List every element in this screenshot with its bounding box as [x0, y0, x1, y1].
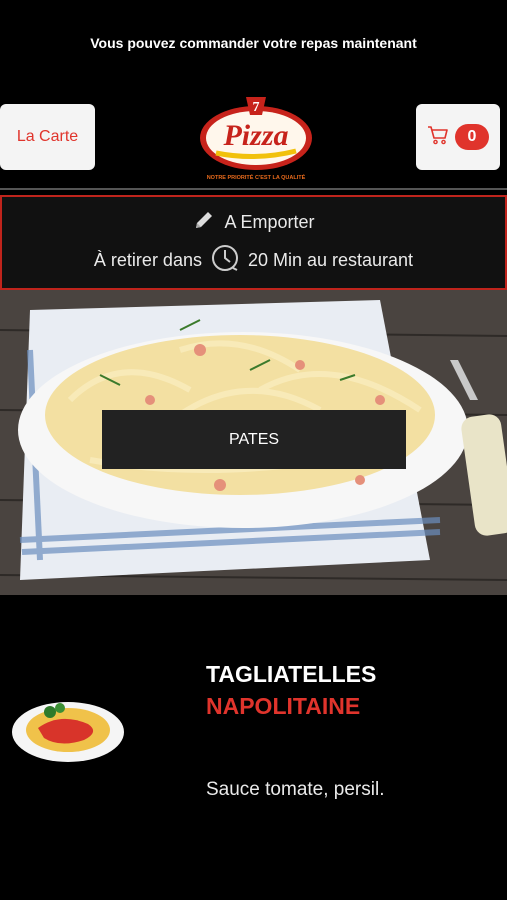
- order-mode-row: A Emporter: [192, 208, 315, 237]
- order-now-message: Vous pouvez commander votre repas mainte…: [90, 35, 417, 51]
- pencil-icon[interactable]: [192, 208, 216, 237]
- category-hero[interactable]: PATES: [0, 290, 507, 595]
- header: La Carte 7 Pizza NOTRE PRIORITÉ C'EST LA…: [0, 95, 507, 183]
- pickup-suffix: 20 Min au restaurant: [247, 249, 414, 270]
- product-item[interactable]: TAGLIATELLES NAPOLITAINE Sauce tomate, p…: [0, 595, 507, 900]
- pickup-prefix: À retirer dans: [93, 249, 202, 270]
- header-divider: [0, 188, 507, 190]
- product-name-line2: NAPOLITAINE: [206, 693, 361, 719]
- menu-button-label: La Carte: [16, 128, 79, 145]
- top-banner: Vous pouvez commander votre repas mainte…: [0, 0, 507, 90]
- clock-icon: [210, 243, 240, 278]
- product-description: Sauce tomate, persil.: [206, 779, 385, 800]
- logo-number: 7: [253, 100, 260, 115]
- cart-count-badge: 0: [455, 124, 489, 150]
- menu-button[interactable]: La Carte: [0, 104, 95, 170]
- cart-button[interactable]: 0: [416, 104, 500, 170]
- product-name-line1: TAGLIATELLES: [206, 661, 377, 687]
- category-label: PATES: [228, 430, 280, 448]
- pickup-time-row: À retirer dans 20 Min au restaurant: [94, 243, 413, 278]
- order-mode-panel[interactable]: A Emporter À retirer dans 20 Min au rest…: [0, 195, 507, 290]
- category-pates-button[interactable]: PATES: [102, 410, 406, 469]
- logo-tagline: NOTRE PRIORITÉ C'EST LA QUALITÉ: [207, 173, 306, 181]
- order-mode-label: A Emporter: [224, 211, 315, 232]
- cart-icon: [427, 125, 449, 150]
- product-image: [10, 692, 126, 764]
- pizza-logo[interactable]: 7 Pizza NOTRE PRIORITÉ C'EST LA QUALITÉ: [196, 93, 316, 183]
- logo-brand: Pizza: [222, 119, 288, 152]
